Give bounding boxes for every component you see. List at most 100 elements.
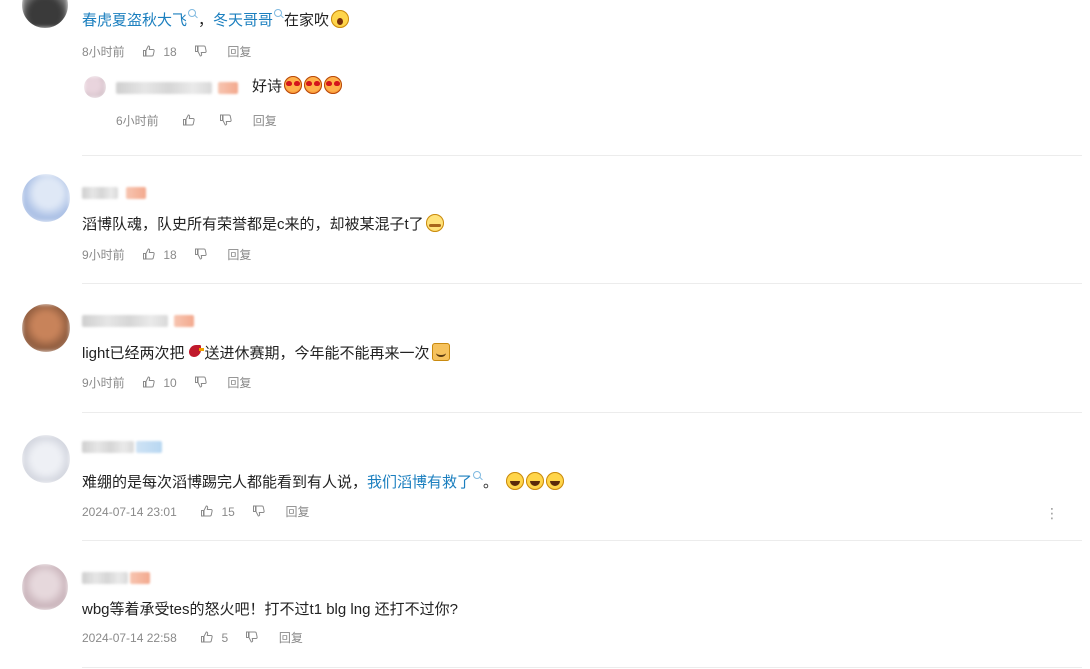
thumbs-up-icon [201,631,213,643]
avatar[interactable] [84,76,106,98]
reply-button[interactable]: 回复 [253,114,277,128]
user-badge [126,187,146,199]
avatar[interactable] [22,304,70,352]
thumbs-up-icon [201,505,213,517]
thumbs-down-icon [195,45,207,57]
comment-text-segment: 在家吹 [284,12,330,29]
reply-button[interactable]: 回复 [279,631,303,645]
thumbs-down-icon [220,114,233,126]
like-count: 15 [221,505,235,519]
user-badge [136,441,162,453]
dislike-button[interactable] [194,248,211,262]
user-badge [130,572,150,584]
comment-text-body: wbg等着承受tes的怒火吧！打不过t1 blg lng 还打不过你? [82,601,458,618]
comment-text-segment: 送进休赛期，今年能不能再来一次 [204,345,430,362]
reply-time: 6小时前 [116,114,159,128]
comment-meta: 2024-07-14 23:01 15 回复 [82,504,310,520]
reply-button[interactable]: 回复 [285,505,309,519]
comment-text-body: 难绷的是每次滔博踢完人都能看到有人说， [82,474,368,491]
rofl-emoji [506,472,525,490]
topic-link[interactable]: 春虎夏盗秋大飞 [82,12,187,29]
cat-emoji [431,343,450,361]
comment-text-segment: 。 [483,474,499,491]
like-count: 10 [163,376,177,390]
comment-meta: 9小时前 10 回复 [82,375,251,391]
comment-time: 8小时前 [82,45,125,59]
rofl-emoji [546,472,565,490]
thumbs-up-icon [143,376,155,388]
topic-link[interactable]: 冬天哥哥 [213,12,273,29]
reply-text: 好诗 [252,76,343,98]
dislike-button[interactable] [219,114,236,128]
search-link-icon [188,9,197,17]
like-button[interactable]: 18 [142,248,180,262]
comment-divider [82,412,1082,413]
comment-meta: 8小时前 18 回复 [82,44,251,60]
topic-link[interactable]: 我们滔博有救了 [367,474,472,491]
comment-text: 难绷的是每次滔博踢完人都能看到有人说，我们滔博有救了。 [82,471,565,494]
username[interactable] [82,187,118,199]
like-button[interactable]: 5 [200,631,231,645]
reply-button[interactable]: 回复 [227,248,251,262]
comment-time: 2024-07-14 23:01 [82,505,177,519]
comment-text-segment: ， [198,12,214,29]
comment-meta: 9小时前 18 回复 [82,247,251,263]
thumbs-down-icon [253,505,265,517]
comment-text: 滔博队魂，队史所有荣誉都是c来的，却被某混子t了 [82,214,444,236]
user-badge [218,82,238,94]
comment-text: 春虎夏盗秋大飞 ，冬天哥哥 在家吹 [82,9,350,32]
comment-time: 2024-07-14 22:58 [82,631,177,645]
reply-meta: 6小时前 回复 [116,113,277,129]
comment-text: wbg等着承受tes的怒火吧！打不过t1 blg lng 还打不过你? [82,599,458,621]
avatar[interactable] [22,435,70,483]
comment-text-segment: light已经两次把 [82,345,185,362]
comment-time: 9小时前 [82,376,125,390]
search-link-icon [473,471,482,479]
sweat-smile-emoji [425,214,444,232]
dislike-button[interactable] [194,45,211,59]
thumbs-down-icon [195,376,207,388]
dislike-button[interactable] [245,631,262,645]
like-button[interactable]: 10 [142,376,180,390]
avatar[interactable] [22,174,70,222]
comment-divider [82,667,1082,668]
more-options-icon[interactable]: ⋮ [1045,506,1059,520]
username[interactable] [82,441,134,453]
reply-text-body: 好诗 [252,78,283,95]
reply-button[interactable]: 回复 [227,45,251,59]
thumbs-down-icon [195,248,207,260]
comment-time: 9小时前 [82,248,125,262]
avatar[interactable] [22,564,68,610]
heart-eyes-emoji [304,76,323,94]
username[interactable] [82,572,128,584]
comment-text-body: 滔博队魂，队史所有荣誉都是c来的，却被某混子t了 [82,216,424,233]
like-button[interactable] [182,114,199,128]
thumbs-down-icon [246,631,259,643]
like-count: 5 [221,631,229,645]
like-count: 18 [163,248,177,262]
thumbs-up-icon [143,248,155,260]
bird-emoji [187,343,205,361]
like-count: 18 [163,45,177,59]
comment-divider [82,155,1082,156]
comment-divider [82,283,1082,284]
comment-divider [82,540,1082,541]
heart-eyes-emoji [324,76,343,94]
dislike-button[interactable] [252,505,269,519]
comment-meta: 2024-07-14 22:58 5 回复 [82,630,303,646]
username[interactable] [82,315,168,327]
dislike-button[interactable] [194,376,211,390]
shock-emoji [331,10,350,28]
reply-button[interactable]: 回复 [227,376,251,390]
search-link-icon [274,9,283,17]
thumbs-up-icon [143,45,155,57]
comment-text: light已经两次把 送进休赛期，今年能不能再来一次 [82,343,450,365]
rofl-emoji [526,472,545,490]
like-button[interactable]: 18 [142,45,180,59]
heart-eyes-emoji [284,76,303,94]
thumbs-up-icon [183,114,195,126]
like-button[interactable]: 15 [200,505,238,519]
avatar[interactable] [22,0,68,28]
reply-username[interactable] [116,82,212,94]
user-badge [174,315,194,327]
